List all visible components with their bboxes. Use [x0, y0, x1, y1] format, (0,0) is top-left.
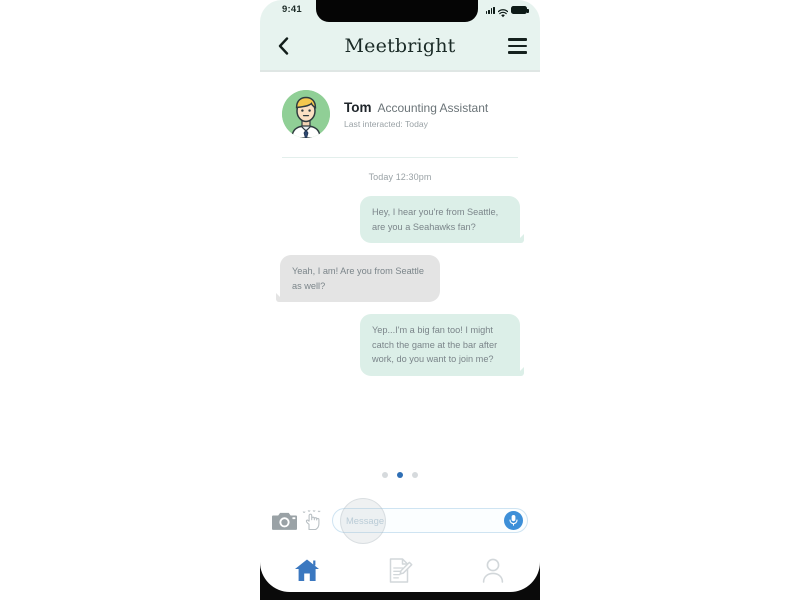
- message-bubble-outgoing[interactable]: Hey, I hear you're from Seattle, are you…: [360, 196, 524, 244]
- chevron-left-icon: [278, 37, 288, 55]
- microphone-icon[interactable]: [504, 510, 523, 530]
- status-time: 9:41: [282, 4, 302, 15]
- phone-notch: [316, 0, 478, 22]
- message-bubble-outgoing[interactable]: Yep...I'm a big fan too! I might catch t…: [360, 314, 524, 376]
- status-bar: 9:41: [260, 0, 540, 22]
- app-title: Meetbright: [344, 35, 456, 57]
- hamburger-menu-icon[interactable]: [494, 22, 540, 70]
- avatar: [282, 90, 330, 138]
- signal-icon: [485, 5, 495, 14]
- screenshot-root: 9:41 Meetbright Tom Accounting Assistant…: [0, 0, 800, 600]
- pagination-dot[interactable]: [382, 472, 388, 478]
- profile-icon: [483, 558, 504, 583]
- home-icon: [294, 559, 319, 581]
- chat-thread: Today 12:30pm Hey, I hear you're from Se…: [260, 158, 540, 458]
- contact-role: Accounting Assistant: [377, 100, 489, 115]
- contact-header[interactable]: Tom Accounting Assistant Last interacted…: [260, 70, 540, 158]
- nav-item-home[interactable]: [281, 553, 333, 587]
- message-composer: Message: [260, 500, 540, 540]
- wifi-icon: [497, 5, 509, 18]
- app-bar: Meetbright: [260, 22, 540, 72]
- message-row: Yep...I'm a big fan too! I might catch t…: [280, 314, 524, 376]
- bottom-nav-wrap: [260, 548, 540, 600]
- contact-text: Tom Accounting Assistant Last interacted…: [344, 100, 488, 129]
- message-row: Yeah, I am! Are you from Seattle as well…: [276, 255, 520, 303]
- document-edit-icon: [390, 557, 413, 583]
- pagination-dot[interactable]: [412, 472, 418, 478]
- contact-name: Tom: [344, 99, 372, 115]
- phone-mockup: 9:41 Meetbright Tom Accounting Assistant…: [260, 0, 540, 600]
- camera-icon[interactable]: [272, 510, 298, 531]
- chat-timestamp: Today 12:30pm: [368, 172, 432, 182]
- back-button[interactable]: [260, 22, 306, 70]
- pagination-dots: [260, 472, 540, 478]
- message-row: Hey, I hear you're from Seattle, are you…: [280, 196, 524, 244]
- nav-item-profile[interactable]: [467, 553, 519, 587]
- status-icon-group: [485, 5, 529, 18]
- bottom-navigation: [260, 548, 540, 592]
- tap-hand-icon: [301, 507, 325, 533]
- message-input[interactable]: Message: [332, 507, 528, 533]
- nav-item-documents[interactable]: [374, 553, 426, 587]
- contact-last-interacted: Last interacted: Today: [344, 118, 428, 129]
- message-bubble-incoming[interactable]: Yeah, I am! Are you from Seattle as well…: [276, 255, 440, 303]
- pagination-dot-active[interactable]: [397, 472, 403, 478]
- person-avatar-icon: [282, 90, 330, 138]
- battery-icon: [511, 6, 529, 14]
- message-placeholder: Message: [346, 514, 385, 526]
